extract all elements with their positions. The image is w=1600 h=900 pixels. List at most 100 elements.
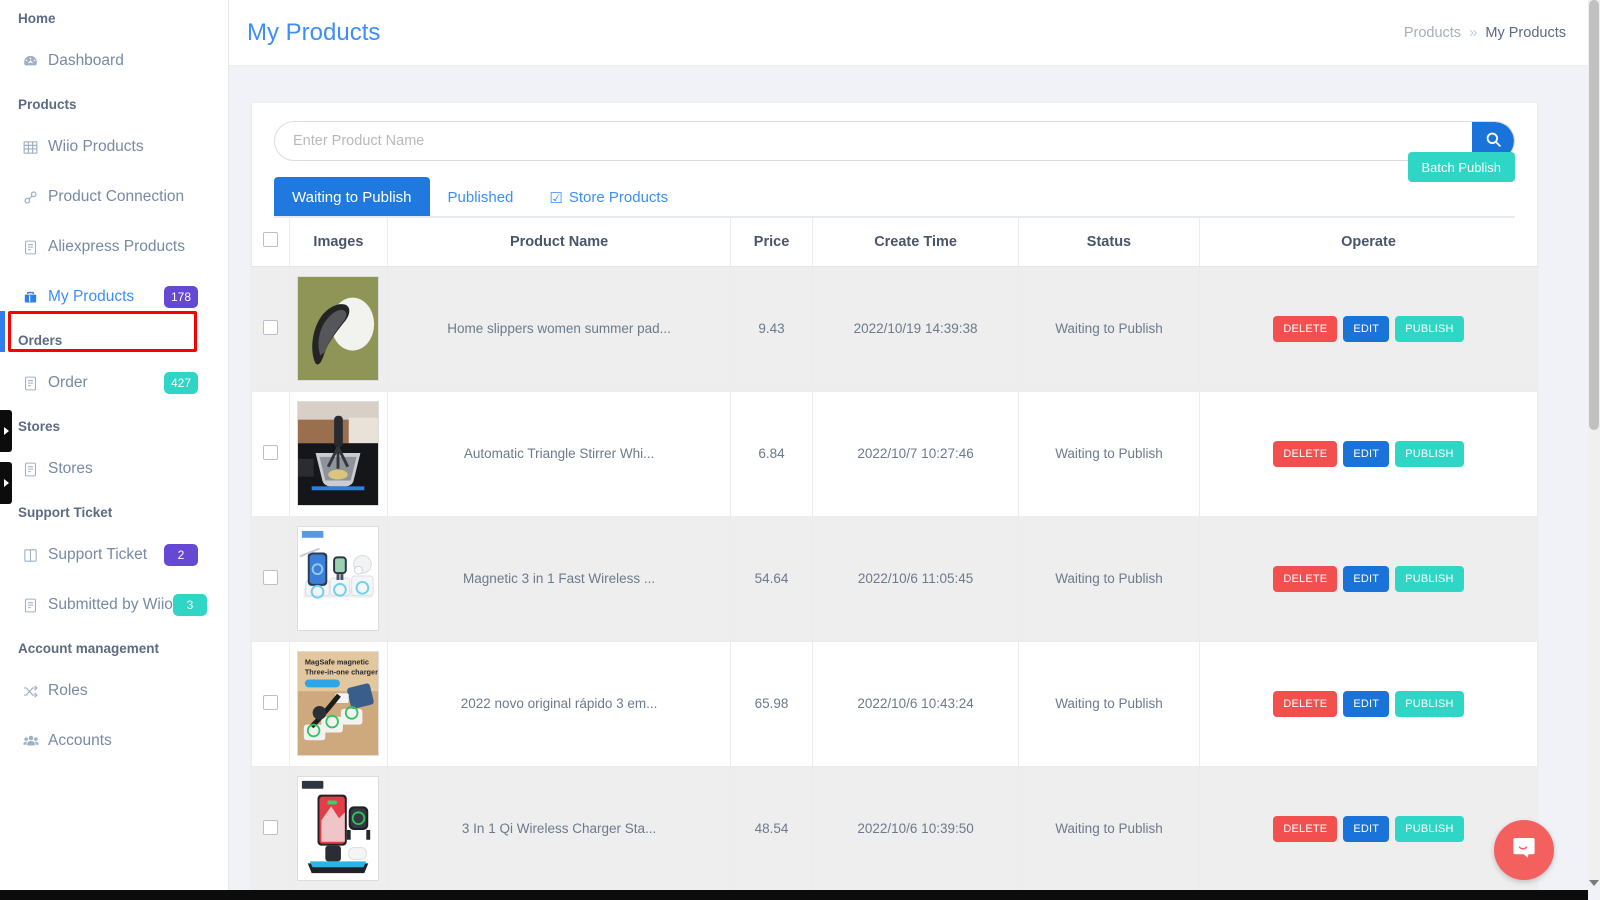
tab-published[interactable]: Published [430, 177, 532, 218]
tab-underline [274, 216, 1515, 218]
main-content: My Products Products » My Products [229, 0, 1588, 900]
row-checkbox[interactable] [263, 570, 278, 585]
search-icon [1484, 130, 1503, 152]
automatic-stirrer-thumbnail[interactable] [297, 401, 379, 506]
column-header-status: Status [1018, 218, 1199, 266]
table-row: MagSafe magnetic Three-in-one charger [252, 641, 1537, 766]
row-image-cell: MagSafe magnetic Three-in-one charger [289, 641, 388, 766]
sidebar: Home Dashboard Products Wiio Products [0, 0, 229, 900]
table-row: Magnetic 3 in 1 Fast Wireless ... 54.64 … [252, 516, 1537, 641]
breadcrumb: Products » My Products [1404, 24, 1566, 41]
sidebar-item-label: Order [48, 374, 88, 392]
publish-button[interactable]: PUBLISH [1395, 816, 1463, 842]
edit-button[interactable]: EDIT [1343, 316, 1389, 342]
row-actions: DELETE EDIT PUBLISH [1201, 316, 1536, 342]
edit-button[interactable]: EDIT [1343, 816, 1389, 842]
products-table: Images Product Name Price Create Time St… [252, 218, 1537, 892]
delete-button[interactable]: DELETE [1273, 691, 1337, 717]
sidebar-item-support-ticket[interactable]: Support Ticket 2 [0, 530, 228, 580]
batch-publish-button[interactable]: Batch Publish [1408, 152, 1516, 182]
sidebar-item-my-products[interactable]: My Products 178 [0, 272, 228, 322]
tab-bar: Waiting to Publish Published ☑ Store Pro… [252, 177, 1537, 218]
window-bottom-strip [0, 890, 1588, 900]
edit-button[interactable]: EDIT [1343, 441, 1389, 467]
row-select-cell [252, 516, 289, 641]
row-checkbox[interactable] [263, 320, 278, 335]
row-select-cell [252, 391, 289, 516]
sidebar-item-label: Stores [48, 460, 93, 478]
delete-button[interactable]: DELETE [1273, 316, 1337, 342]
chevron-right-icon [4, 479, 9, 487]
chevron-right-icon [4, 427, 9, 435]
sidebar-item-dashboard[interactable]: Dashboard [0, 36, 228, 86]
page-header: My Products Products » My Products [229, 0, 1588, 66]
home-slippers-thumbnail[interactable] [297, 276, 379, 381]
checkbox-checked-icon: ☑ [549, 189, 562, 207]
row-product-name: Magnetic 3 in 1 Fast Wireless ... [388, 516, 731, 641]
row-operate-cell: DELETE EDIT PUBLISH [1200, 766, 1538, 891]
magnetic-wireless-charger-thumbnail[interactable] [297, 526, 379, 631]
sidebar-item-accounts[interactable]: Accounts [0, 716, 228, 766]
dashboard-icon [22, 51, 48, 71]
sidebar-item-stores[interactable]: Stores [0, 444, 228, 494]
shuffle-icon [22, 681, 48, 701]
sidebar-item-order[interactable]: Order 427 [0, 358, 228, 408]
row-checkbox[interactable] [263, 445, 278, 460]
sidebar-item-aliexpress-products[interactable]: Aliexpress Products [0, 222, 228, 272]
delete-button[interactable]: DELETE [1273, 816, 1337, 842]
tab-label: Published [448, 189, 514, 206]
sidebar-item-wiio-products[interactable]: Wiio Products [0, 122, 228, 172]
sidebar-item-label: Wiio Products [48, 138, 144, 156]
scroll-down-arrow-icon[interactable] [1589, 880, 1599, 886]
sidebar-item-roles[interactable]: Roles [0, 666, 228, 716]
sidebar-item-label: Roles [48, 682, 88, 700]
qi-wireless-charger-stand-thumbnail[interactable] [297, 776, 379, 881]
sidebar-item-label: Dashboard [48, 52, 124, 70]
delete-button[interactable]: DELETE [1273, 566, 1337, 592]
sidebar-collapse-toggle-bottom[interactable] [0, 462, 12, 504]
clipboard-icon [22, 237, 48, 257]
sidebar-item-submitted-by-wiio[interactable]: Submitted by Wiio 3 [0, 580, 228, 630]
tab-waiting-to-publish[interactable]: Waiting to Publish [274, 177, 430, 218]
row-checkbox[interactable] [263, 820, 278, 835]
search-bar [274, 121, 1515, 161]
sidebar-item-label: Submitted by Wiio [48, 596, 173, 614]
edit-button[interactable]: EDIT [1343, 691, 1389, 717]
publish-button[interactable]: PUBLISH [1395, 441, 1463, 467]
row-product-name: Home slippers women summer pad... [388, 266, 731, 391]
search-input[interactable] [275, 122, 1472, 160]
column-header-operate: Operate [1200, 218, 1538, 266]
publish-button[interactable]: PUBLISH [1395, 566, 1463, 592]
chat-widget-button[interactable] [1494, 820, 1554, 880]
row-select-cell [252, 266, 289, 391]
row-operate-cell: DELETE EDIT PUBLISH [1200, 391, 1538, 516]
sidebar-item-label: Aliexpress Products [48, 238, 185, 256]
tab-label: Store Products [569, 189, 668, 206]
select-all-header [252, 218, 289, 266]
tab-store-products[interactable]: ☑ Store Products [531, 177, 686, 218]
magsafe-three-in-one-charger-thumbnail[interactable]: MagSafe magnetic Three-in-one charger [297, 651, 379, 756]
row-actions: DELETE EDIT PUBLISH [1201, 691, 1536, 717]
edit-button[interactable]: EDIT [1343, 566, 1389, 592]
page-title: My Products [247, 19, 380, 47]
sidebar-item-label: Product Connection [48, 188, 184, 206]
publish-button[interactable]: PUBLISH [1395, 316, 1463, 342]
sidebar-collapse-toggle-top[interactable] [0, 410, 12, 452]
row-checkbox[interactable] [263, 695, 278, 710]
row-image-cell [289, 766, 388, 891]
sidebar-item-label: Support Ticket [48, 546, 147, 564]
row-price: 9.43 [730, 266, 812, 391]
row-create-time: 2022/10/19 14:39:38 [813, 266, 1019, 391]
publish-button[interactable]: PUBLISH [1395, 691, 1463, 717]
row-operate-cell: DELETE EDIT PUBLISH [1200, 266, 1538, 391]
breadcrumb-parent[interactable]: Products [1404, 25, 1461, 41]
vertical-scrollbar-thumb[interactable] [1589, 0, 1599, 430]
select-all-checkbox[interactable] [263, 232, 278, 247]
vertical-scrollbar-track[interactable] [1588, 0, 1600, 888]
column-header-create-time: Create Time [813, 218, 1019, 266]
columns-icon [22, 545, 48, 565]
sidebar-item-product-connection[interactable]: Product Connection [0, 172, 228, 222]
briefcase-icon [22, 287, 48, 307]
delete-button[interactable]: DELETE [1273, 441, 1337, 467]
sidebar-section-account-management: Account management [0, 630, 228, 666]
